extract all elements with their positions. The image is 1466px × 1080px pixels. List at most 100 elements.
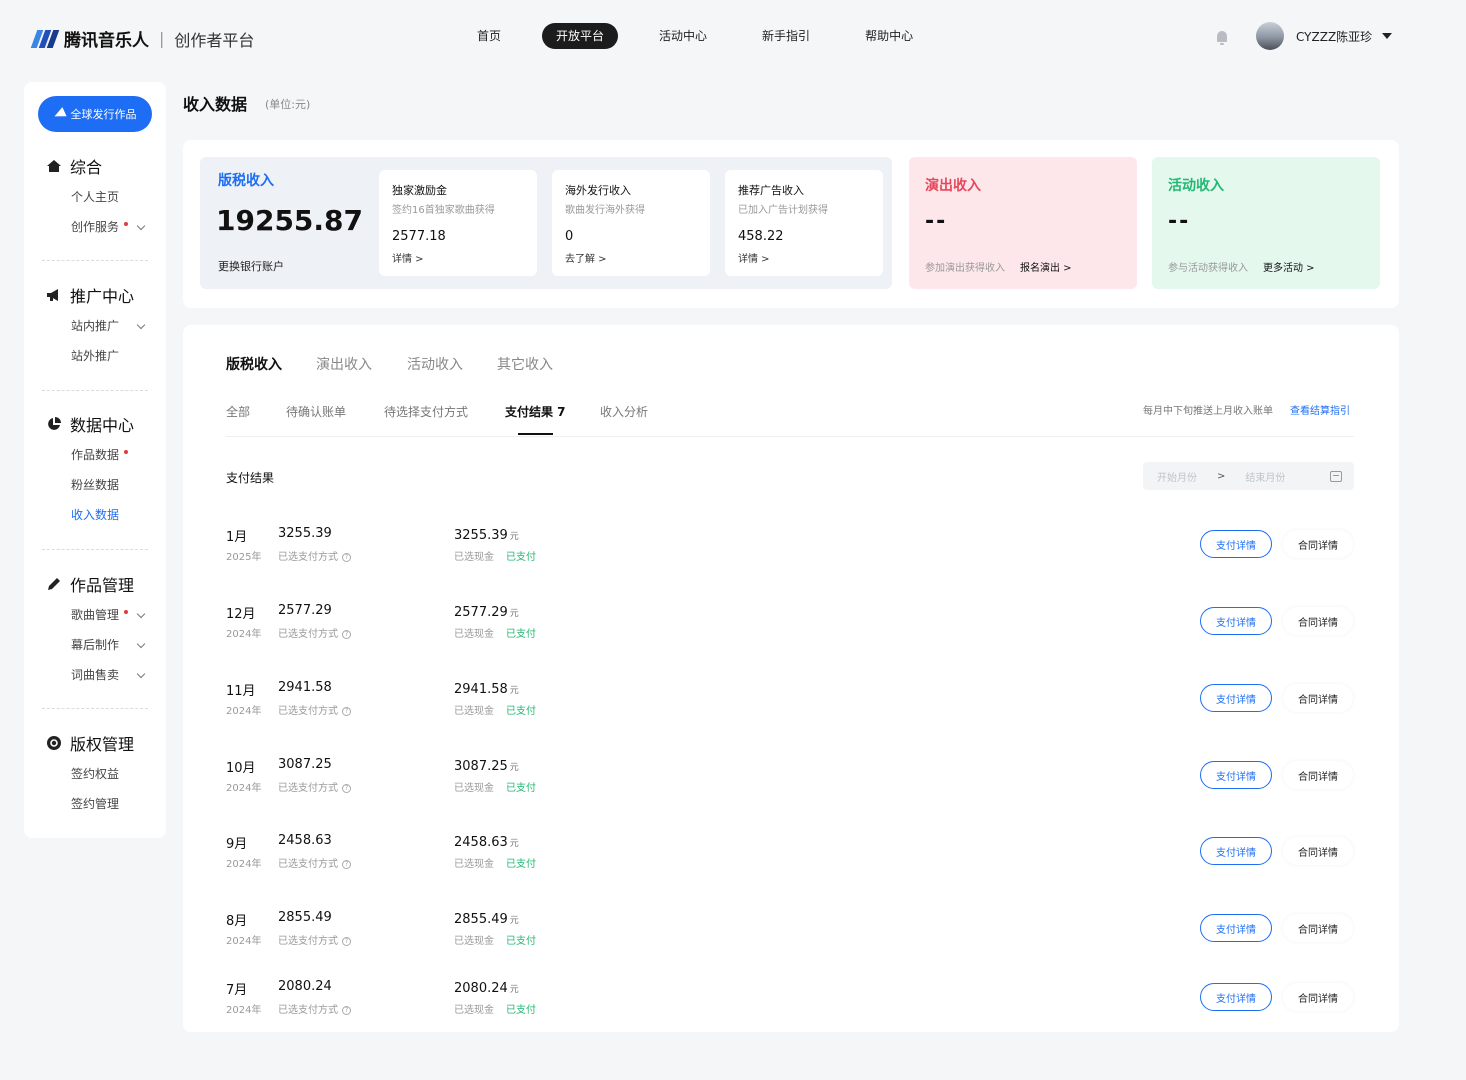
- card-learn-more-link[interactable]: 去了解 >: [565, 250, 607, 265]
- contract-detail-button[interactable]: 合同详情: [1283, 761, 1353, 789]
- avatar[interactable]: [1256, 22, 1284, 50]
- contract-detail-button[interactable]: 合同详情: [1283, 607, 1353, 635]
- sidebar-item-offsite-promotion[interactable]: 站外推广: [24, 341, 166, 371]
- row-payment-method: 已选支付方式?: [278, 932, 351, 947]
- row-year: 2024年: [226, 783, 262, 794]
- tab-activity-income[interactable]: 活动收入: [407, 354, 463, 374]
- chevron-down-icon[interactable]: [136, 669, 146, 678]
- row-amount: 2577.29: [278, 603, 332, 618]
- nav-beginner-guide[interactable]: 新手指引: [748, 23, 824, 49]
- sidebar-item-label: 幕后制作: [71, 638, 120, 652]
- month-range-picker[interactable]: 开始月份 > 结束月份: [1143, 462, 1354, 490]
- help-icon[interactable]: ?: [342, 706, 351, 716]
- nav-open-platform[interactable]: 开放平台: [542, 23, 619, 49]
- help-icon[interactable]: ?: [342, 552, 351, 562]
- sidebar-item-song-management[interactable]: 歌曲管理: [24, 600, 166, 630]
- end-month-placeholder[interactable]: 结束月份: [1245, 469, 1285, 484]
- row-payment-method: 已选支付方式?: [278, 702, 351, 717]
- username[interactable]: CYZZZ陈亚珍: [1296, 28, 1372, 45]
- row-month: 8月: [226, 914, 248, 929]
- settlement-guide-link[interactable]: 查看结算指引: [1290, 402, 1350, 417]
- row-amount: 3087.25: [278, 757, 332, 772]
- sidebar-head-promotion[interactable]: 推广中心: [24, 283, 166, 307]
- sidebar-item-profile[interactable]: 个人主页: [24, 182, 166, 212]
- nav-help-center[interactable]: 帮助中心: [851, 23, 927, 49]
- payment-method-label: 已选支付方式: [278, 859, 338, 870]
- card-detail-link[interactable]: 详情 >: [738, 250, 770, 265]
- subtab-payment-result[interactable]: 支付结果 7: [505, 403, 566, 420]
- chevron-down-icon[interactable]: [136, 320, 146, 329]
- payment-detail-button[interactable]: 支付详情: [1200, 530, 1272, 558]
- sidebar-item-onsite-promotion[interactable]: 站内推广: [24, 311, 166, 341]
- sidebar-item-income-data[interactable]: 收入数据: [24, 500, 166, 530]
- user-area: CYZZZ陈亚珍: [1212, 22, 1393, 50]
- sidebar-head-label: 作品管理: [70, 576, 135, 595]
- subtab-income-analysis[interactable]: 收入分析: [600, 403, 648, 420]
- sidebar-item-creative-service[interactable]: 创作服务: [24, 212, 166, 242]
- signup-performance-link[interactable]: 报名演出 >: [1020, 259, 1072, 274]
- change-bank-account-link[interactable]: 更换银行账户: [218, 258, 284, 274]
- page-unit: (单位:元): [265, 98, 311, 111]
- nav-home[interactable]: 首页: [463, 23, 515, 49]
- brand-logo[interactable]: 腾讯音乐人 | 创作者平台: [30, 26, 254, 51]
- sidebar-item-contract-management[interactable]: 签约管理: [24, 789, 166, 819]
- row-payment-method: 已选支付方式?: [278, 1001, 351, 1016]
- row-paid-amount: 2855.49 元: [454, 912, 519, 927]
- sidebar-item-production[interactable]: 幕后制作: [24, 630, 166, 660]
- payment-detail-button[interactable]: 支付详情: [1200, 983, 1272, 1011]
- sidebar-item-contract-rights[interactable]: 签约权益: [24, 759, 166, 789]
- more-activities-link[interactable]: 更多活动 >: [1263, 259, 1315, 274]
- sidebar-head-copyright[interactable]: 版权管理: [24, 731, 166, 755]
- nav-activity-center[interactable]: 活动中心: [645, 23, 721, 49]
- chevron-down-icon[interactable]: [136, 609, 146, 618]
- sidebar-item-fan-data[interactable]: 粉丝数据: [24, 470, 166, 500]
- tab-performance-income[interactable]: 演出收入: [316, 354, 372, 374]
- payment-detail-button[interactable]: 支付详情: [1200, 607, 1272, 635]
- chevron-down-icon[interactable]: [136, 639, 146, 648]
- payment-detail-button[interactable]: 支付详情: [1200, 761, 1272, 789]
- payment-detail-button[interactable]: 支付详情: [1200, 914, 1272, 942]
- subtab-pending-bill[interactable]: 待确认账单: [286, 403, 346, 420]
- help-icon[interactable]: ?: [342, 936, 351, 946]
- contract-detail-button[interactable]: 合同详情: [1283, 983, 1353, 1011]
- sidebar-item-label: 作品数据: [71, 448, 120, 462]
- contract-detail-button[interactable]: 合同详情: [1283, 914, 1353, 942]
- tab-royalty-income[interactable]: 版税收入: [226, 354, 282, 374]
- sidebar-item-work-data[interactable]: 作品数据: [24, 440, 166, 470]
- paid-amount-value: 2080.24: [454, 981, 508, 996]
- chevron-down-icon[interactable]: [136, 221, 146, 230]
- payment-detail-button[interactable]: 支付详情: [1200, 837, 1272, 865]
- paid-amount-value: 2941.58: [454, 682, 508, 697]
- sidebar-head-overview[interactable]: 综合: [24, 154, 166, 178]
- sidebar-head-data-center[interactable]: 数据中心: [24, 412, 166, 436]
- subtab-all[interactable]: 全部: [226, 403, 250, 420]
- payment-detail-button[interactable]: 支付详情: [1200, 684, 1272, 712]
- row-month: 9月: [226, 837, 248, 852]
- sidebar-head-works[interactable]: 作品管理: [24, 572, 166, 596]
- subtab-pending-payment-method[interactable]: 待选择支付方式: [384, 403, 468, 420]
- chevron-down-icon[interactable]: [1382, 33, 1393, 39]
- paid-amount-value: 2855.49: [454, 912, 508, 927]
- sidebar-group-promotion: 推广中心 站内推广 站外推广: [24, 283, 166, 371]
- overseas-income-card: 海外发行收入 歌曲发行海外获得 0 去了解 >: [552, 170, 710, 276]
- sidebar-item-song-sales[interactable]: 词曲售卖: [24, 660, 166, 690]
- card-value: 0: [565, 229, 574, 244]
- row-payment-method: 已选支付方式?: [278, 625, 351, 640]
- start-month-placeholder[interactable]: 开始月份: [1157, 469, 1197, 484]
- sidebar-group-copyright: 版权管理 签约权益 签约管理: [24, 731, 166, 819]
- tab-other-income[interactable]: 其它收入: [497, 354, 553, 374]
- contract-detail-button[interactable]: 合同详情: [1283, 837, 1353, 865]
- row-cash-label: 已选现金: [454, 783, 494, 794]
- contract-detail-button[interactable]: 合同详情: [1283, 684, 1353, 712]
- contract-detail-button[interactable]: 合同详情: [1283, 530, 1353, 558]
- help-icon[interactable]: ?: [342, 1005, 351, 1015]
- help-icon[interactable]: ?: [342, 783, 351, 793]
- help-icon[interactable]: ?: [342, 859, 351, 869]
- row-month: 11月: [226, 684, 256, 699]
- calendar-icon[interactable]: [1330, 470, 1342, 482]
- publish-works-button[interactable]: 全球发行作品: [38, 96, 152, 132]
- bell-icon[interactable]: [1212, 26, 1232, 46]
- row-payment-method: 已选支付方式?: [278, 779, 351, 794]
- card-detail-link[interactable]: 详情 >: [392, 250, 424, 265]
- help-icon[interactable]: ?: [342, 629, 351, 639]
